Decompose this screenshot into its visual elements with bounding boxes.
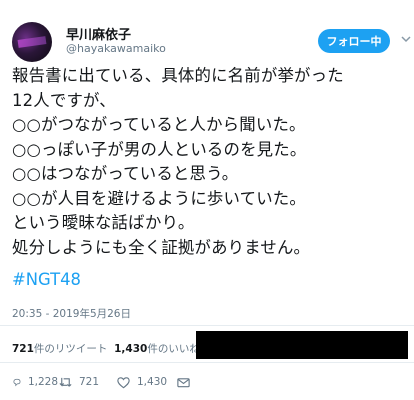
tweet-line: 12人ですが、 bbox=[12, 90, 116, 110]
tweet-actions: 1,228 721 1,430 bbox=[12, 372, 197, 392]
engagement-stats: 721件のリツイート 1,430件のいいね bbox=[12, 341, 200, 356]
tweet-line: ○○が人目を避けるように歩いていた。 bbox=[12, 188, 306, 208]
display-name[interactable]: 早川麻依子 bbox=[66, 24, 131, 43]
user-handle[interactable]: @hayakawamaiko bbox=[66, 42, 166, 55]
tweet-line: ○○がつながっていると人から聞いた。 bbox=[12, 115, 306, 134]
retweet-stat-count: 721 bbox=[12, 343, 34, 355]
tweet-text: 報告書に出ている、具体的に名前が挙がった 12人ですが、 ○○がつながっていると… bbox=[12, 64, 410, 260]
retweet-count: 721 bbox=[79, 376, 100, 388]
tweet-line: という曖昧な話ばかり。 bbox=[12, 213, 195, 232]
like-count: 1,430 bbox=[137, 376, 168, 388]
chevron-down-icon[interactable] bbox=[400, 33, 412, 45]
retweet-button[interactable]: 721 bbox=[58, 375, 116, 390]
divider bbox=[0, 325, 414, 326]
reply-count: 1,228 bbox=[27, 376, 58, 388]
tweet-line: 報告書に出ている、具体的に名前が挙がった bbox=[12, 66, 344, 85]
reply-button[interactable]: 1,228 bbox=[12, 375, 58, 390]
redaction-bar bbox=[196, 331, 408, 359]
mail-icon bbox=[177, 377, 190, 387]
like-stat-label: 件のいいね bbox=[147, 343, 200, 355]
hashtag-link[interactable]: #NGT48 bbox=[12, 270, 81, 289]
tweet-line: ○○っぽい子が男の人といるのを見た。 bbox=[12, 139, 307, 159]
follow-button[interactable]: フォロー中 bbox=[318, 29, 390, 53]
dm-button[interactable] bbox=[176, 375, 197, 390]
tweet-line: ○○はつながっていると思う。 bbox=[12, 164, 239, 183]
avatar[interactable] bbox=[12, 22, 52, 62]
like-button[interactable]: 1,430 bbox=[116, 375, 176, 390]
heart-icon bbox=[117, 376, 130, 388]
retweet-icon bbox=[59, 377, 72, 387]
retweet-stat[interactable]: 721件のリツイート bbox=[12, 343, 107, 355]
retweet-stat-label: 件のリツイート bbox=[33, 343, 108, 355]
reply-icon bbox=[13, 378, 21, 386]
tweet-line: 処分しようにも全く証拠がありません。 bbox=[12, 237, 311, 257]
divider bbox=[0, 362, 414, 363]
like-stat[interactable]: 1,430件のいいね bbox=[114, 343, 200, 355]
like-stat-count: 1,430 bbox=[114, 343, 148, 355]
tweet-timestamp[interactable]: 20:35 - 2019年5月26日 bbox=[12, 306, 131, 321]
